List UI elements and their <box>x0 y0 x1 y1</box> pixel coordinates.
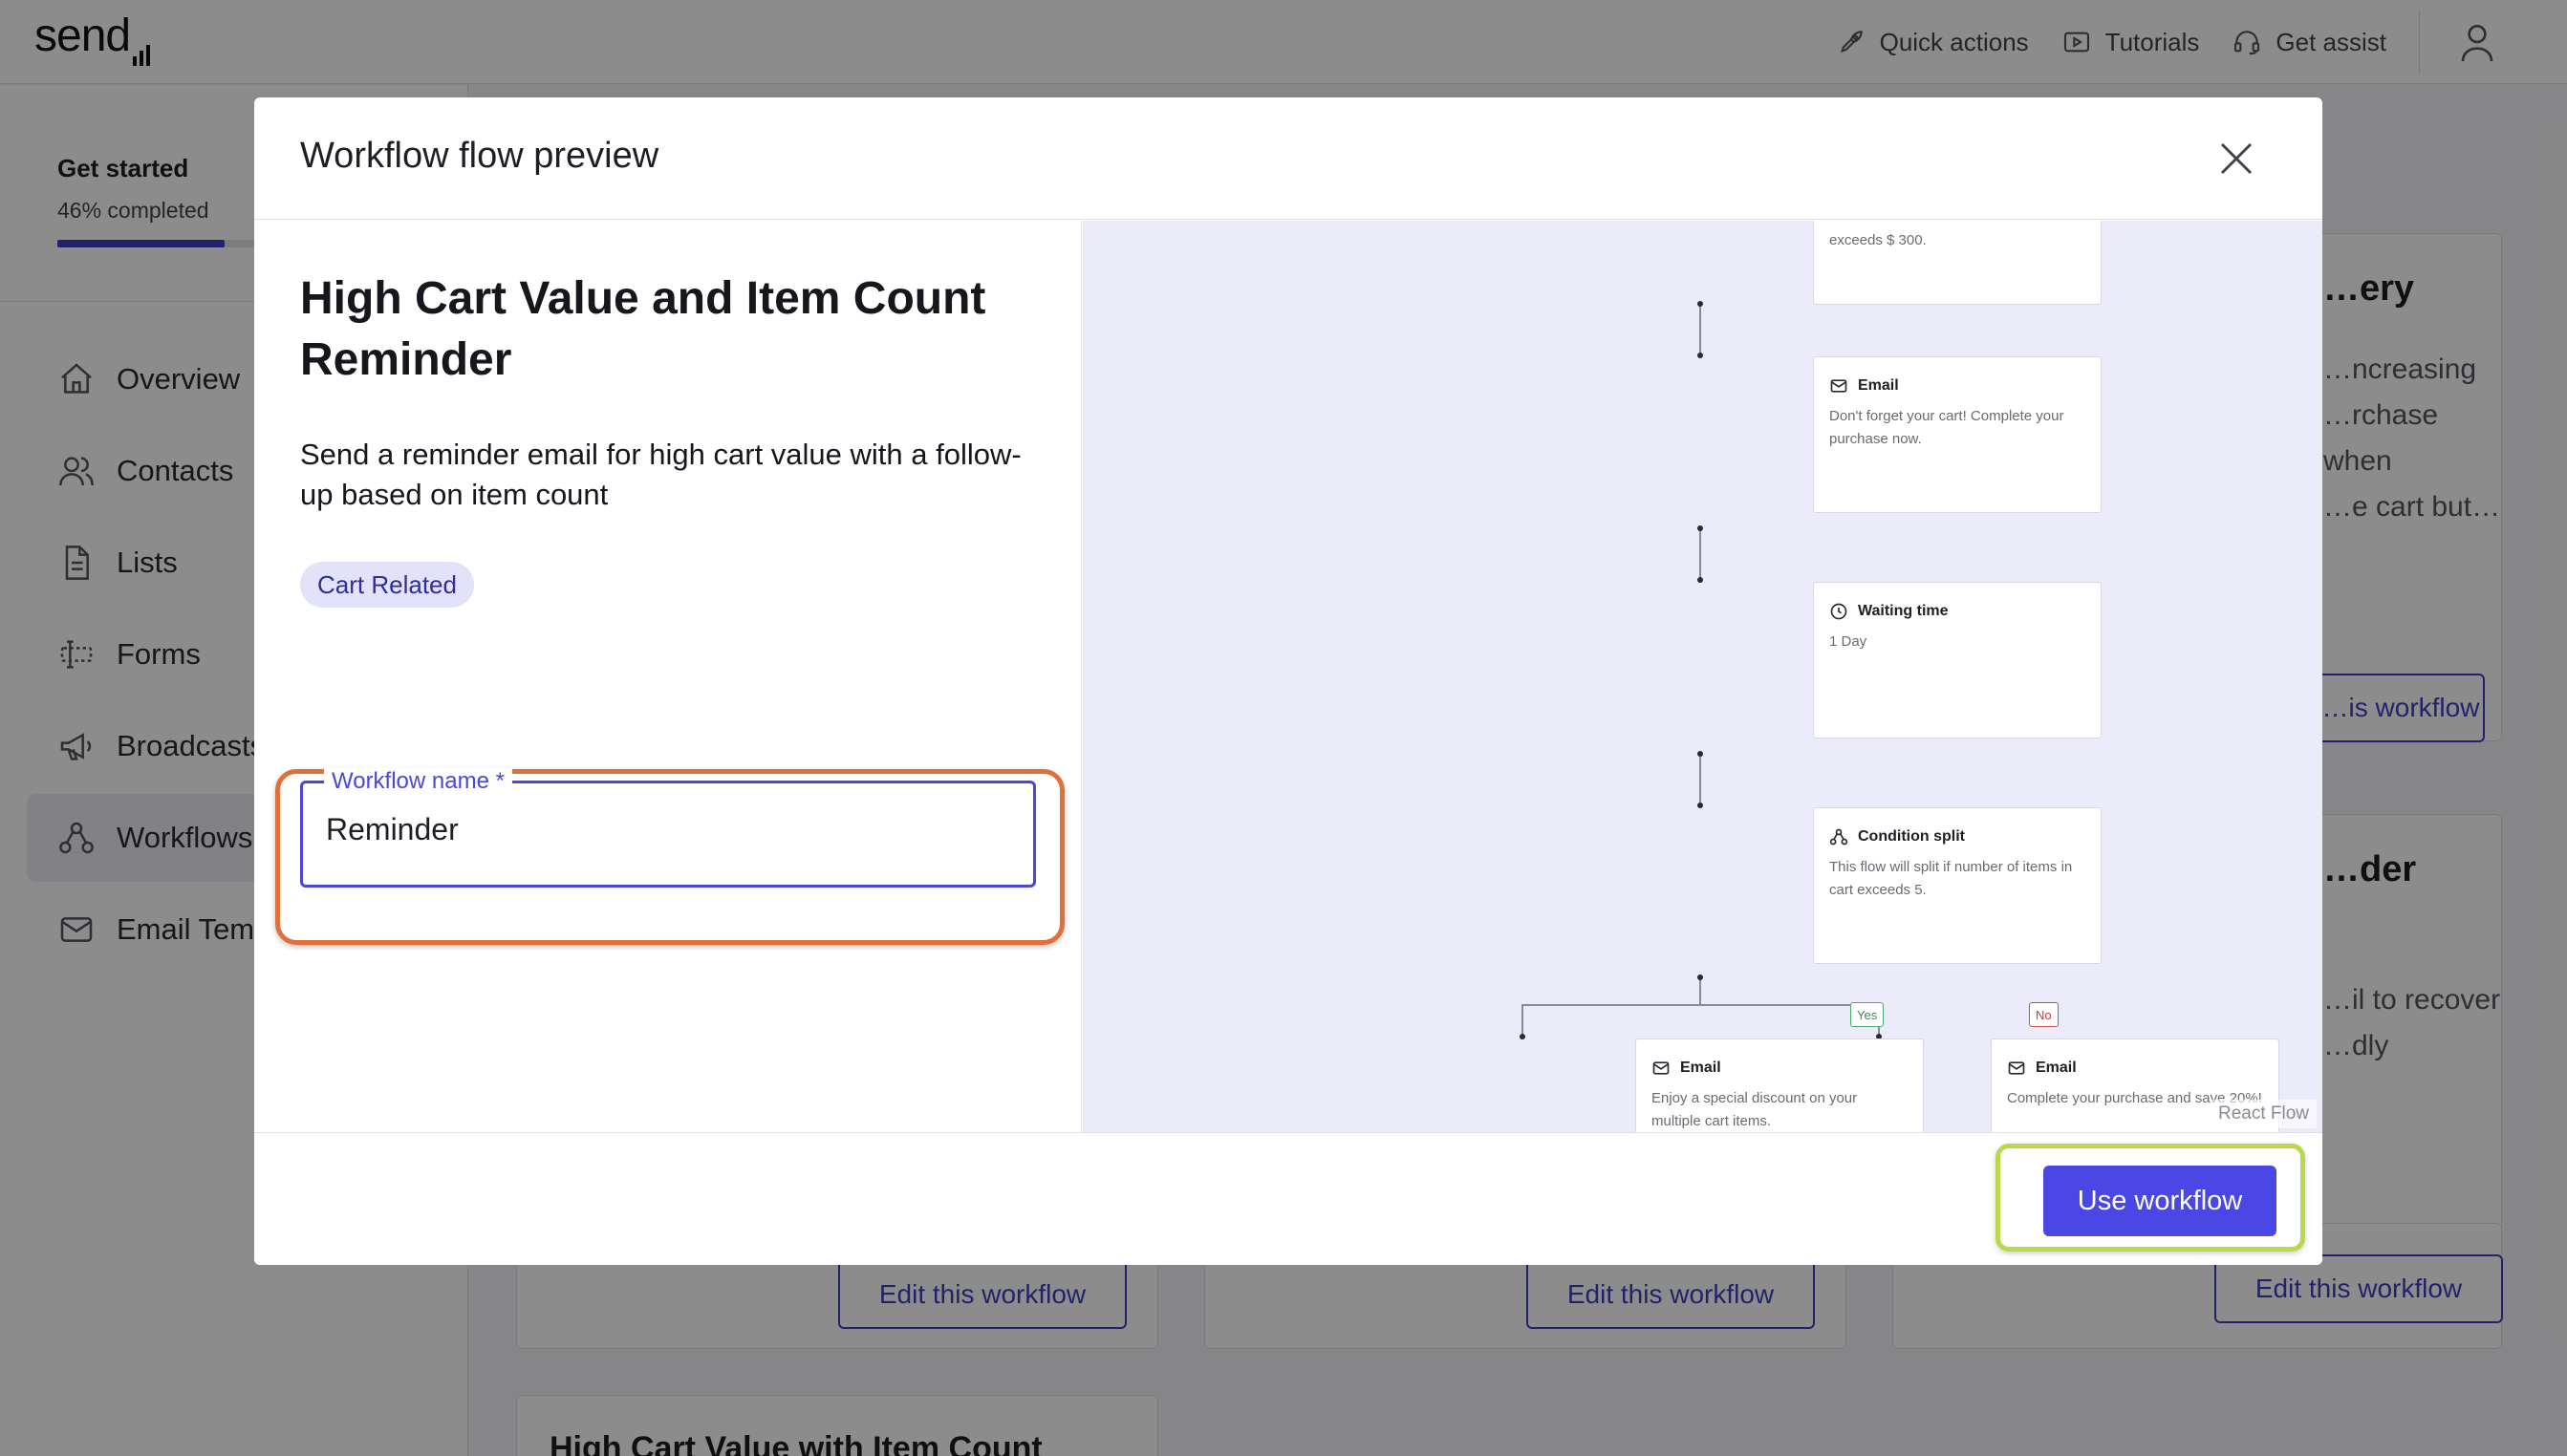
split-icon <box>1829 828 1848 846</box>
modal-footer: Use workflow <box>254 1132 2322 1265</box>
node-header: Condition split <box>1829 827 1965 846</box>
node-handle[interactable] <box>1697 301 1703 307</box>
branch-yes-label: Yes <box>1850 1002 1885 1027</box>
node-header: Email <box>2007 1059 2077 1078</box>
flow-node-email[interactable]: Email Don't forget your cart! Complete y… <box>1813 356 2102 513</box>
node-header: Email <box>1829 376 1899 396</box>
node-header: Waiting time <box>1829 602 1949 621</box>
clock-icon <box>1830 603 1847 620</box>
workflow-preview-modal: Workflow flow preview High Cart Value an… <box>254 97 2322 1265</box>
use-workflow-button[interactable]: Use workflow <box>2043 1166 2276 1236</box>
category-tag: Cart Related <box>300 562 474 608</box>
flow-node-condition-split[interactable]: Condition split This flow will split if … <box>1813 807 2102 964</box>
node-handle[interactable] <box>1697 803 1703 808</box>
flow-node-waiting-time[interactable]: Waiting time 1 Day <box>1813 582 2102 739</box>
node-description: This flow will split if number of items … <box>1829 859 2073 898</box>
workflow-name-field[interactable]: Workflow name * <box>300 768 1036 888</box>
node-description: 1 Day <box>1829 633 1867 650</box>
flow-edge <box>1699 304 1701 355</box>
node-handle[interactable] <box>1520 1034 1525 1039</box>
node-handle[interactable] <box>1697 577 1703 583</box>
workflow-title: High Cart Value and Item Count Reminder <box>300 273 986 385</box>
workflow-name-input[interactable] <box>326 812 995 847</box>
flow-preview-canvas[interactable]: exceeds $ 300. Email Don't forget your c… <box>1083 221 2322 1132</box>
workflow-name-label: Workflow name * <box>324 768 512 795</box>
workflow-details-pane: High Cart Value and Item Count Reminder … <box>254 221 1082 1132</box>
flow-edge <box>1699 977 1701 1006</box>
modal-header: Workflow flow preview <box>254 97 2322 220</box>
node-header: Email <box>1651 1059 1721 1078</box>
react-flow-attribution[interactable]: React Flow <box>2210 1100 2317 1128</box>
modal-title: Workflow flow preview <box>300 136 659 176</box>
node-description: Don't forget your cart! Complete your pu… <box>1829 408 2064 447</box>
mail-icon <box>1652 1061 1670 1075</box>
node-handle[interactable] <box>1697 353 1703 358</box>
mail-icon <box>1830 379 1847 393</box>
workflow-description: Send a reminder email for high cart valu… <box>300 438 1022 511</box>
flow-node-email-yes[interactable]: Email Enjoy a special discount on your m… <box>1635 1038 1924 1132</box>
flow-node-trigger[interactable]: exceeds $ 300. <box>1813 221 2102 305</box>
node-description: Enjoy a special discount on your multipl… <box>1651 1090 1858 1129</box>
node-handle[interactable] <box>1697 751 1703 757</box>
flow-edge <box>1699 754 1701 805</box>
mail-icon <box>2008 1061 2025 1075</box>
node-description: exceeds $ 300. <box>1829 232 1927 248</box>
flow-edge <box>1521 1004 1523 1037</box>
branch-no-label: No <box>2029 1002 2059 1027</box>
close-icon[interactable] <box>2217 139 2255 178</box>
node-handle[interactable] <box>1697 525 1703 531</box>
flow-edge <box>1699 528 1701 580</box>
flow-edge <box>1521 1004 1879 1006</box>
node-handle[interactable] <box>1697 974 1703 980</box>
